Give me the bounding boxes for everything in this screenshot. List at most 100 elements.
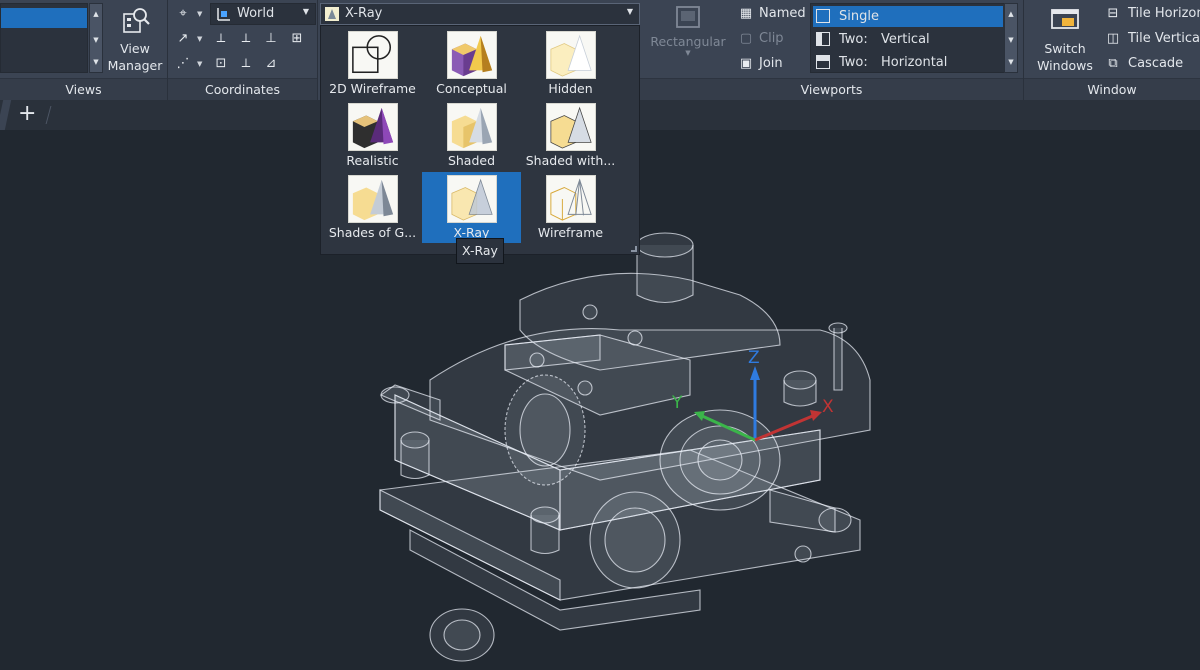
ucs-y-icon[interactable]: ⟂: [237, 30, 255, 48]
ucs-object-icon[interactable]: ⊡: [212, 55, 230, 73]
view-manager-button[interactable]: View Manager: [106, 2, 164, 74]
ucs-face-icon[interactable]: ⟂: [237, 55, 255, 73]
conceptual-icon: [447, 31, 497, 79]
ucs-world-combo[interactable]: World ▼: [210, 3, 316, 25]
viewport-config-single[interactable]: Single: [813, 6, 1003, 27]
named-view-selected[interactable]: [1, 8, 87, 28]
visual-style-label: Wireframe: [537, 225, 604, 240]
ucs-named-icon[interactable]: ⊿: [262, 55, 280, 73]
view-manager-label-2: Manager: [107, 58, 163, 73]
scroll-down-icon[interactable]: ▼: [90, 36, 102, 44]
rectangular-viewport-icon: [676, 6, 700, 28]
clip-button: Clip: [759, 31, 784, 46]
named-viewports-button[interactable]: Named: [759, 6, 806, 21]
switch-windows-label-2: Windows: [1037, 58, 1093, 73]
two-vertical-icon: [816, 32, 830, 46]
views-panel: ▲ ▼ ▼ View Manager Views: [0, 0, 168, 100]
scroll-down-icon[interactable]: ▼: [1005, 36, 1017, 44]
2d-wireframe-icon: [348, 31, 398, 79]
ucs-icon[interactable]: ⌖: [174, 5, 192, 23]
view-manager-icon: [123, 8, 150, 33]
switch-windows-button[interactable]: Switch Windows: [1030, 4, 1100, 74]
ucs-view-icon[interactable]: ⊞: [288, 30, 306, 48]
visual-style-shaded-with-edges[interactable]: Shaded with...: [521, 100, 620, 171]
viewport-config-label: Two:: [839, 55, 868, 70]
clip-icon: ▢: [739, 31, 753, 46]
ucs-3point-dropdown-icon[interactable]: ▼: [197, 55, 205, 73]
tab-divider: [45, 106, 52, 124]
rectangular-dropdown-icon: ▼: [685, 49, 691, 57]
gearbox-model: [379, 232, 871, 662]
viewport-config-scroller[interactable]: ▲ ▼ ▼: [1004, 3, 1018, 73]
ucs-origin-dropdown-icon[interactable]: ▼: [197, 30, 205, 48]
expand-icon[interactable]: ▼: [1005, 58, 1017, 66]
visual-style-label: Hidden: [548, 81, 593, 96]
wireframe-icon: [546, 175, 596, 223]
realistic-icon: [348, 103, 398, 151]
tile-horizontal-icon[interactable]: ⊟: [1104, 5, 1122, 23]
visual-style-shades-of-gray[interactable]: Shades of G...: [323, 172, 422, 243]
shades-of-gray-icon: [348, 175, 398, 223]
visual-style-2d-wireframe[interactable]: 2D Wireframe: [323, 28, 422, 99]
join-button[interactable]: Join: [759, 56, 783, 71]
window-panel-title: Window: [1024, 78, 1200, 100]
scroll-up-icon[interactable]: ▲: [1005, 10, 1017, 18]
resize-grip-icon[interactable]: [631, 246, 637, 252]
visual-style-hidden[interactable]: Hidden: [521, 28, 620, 99]
new-tab-button[interactable]: +: [18, 101, 36, 126]
viewport-config-list[interactable]: Single Two: Vertical Two: Horizontal: [810, 3, 1006, 73]
x-ray-icon: [447, 175, 497, 223]
visual-style-label: Shaded with...: [525, 153, 616, 168]
ucs-x-icon[interactable]: ⟂: [212, 30, 230, 48]
rectangular-label: Rectangular: [650, 34, 726, 49]
view-manager-label-1: View: [120, 41, 150, 56]
viewport-config-sublabel: Vertical: [881, 32, 930, 47]
ucs-y-label: Y: [671, 393, 683, 413]
ucs-world-value: World: [237, 6, 275, 21]
visual-style-x-ray[interactable]: X-Ray: [422, 172, 521, 243]
cascade-button[interactable]: Cascade: [1128, 56, 1183, 71]
join-icon[interactable]: ▣: [737, 55, 755, 73]
visual-style-combo[interactable]: X-Ray ▼: [320, 3, 640, 25]
views-list-scroller[interactable]: ▲ ▼ ▼: [89, 3, 103, 73]
visual-style-realistic[interactable]: Realistic: [323, 100, 422, 171]
views-panel-title: Views: [0, 78, 167, 100]
named-viewports-icon[interactable]: ▦: [737, 5, 755, 23]
viewport-config-two-horizontal[interactable]: Two: Horizontal: [813, 52, 1003, 73]
visual-style-wireframe[interactable]: Wireframe: [521, 172, 620, 243]
ucs-origin-icon[interactable]: ↗: [174, 30, 192, 48]
ucs-z-icon[interactable]: ⊥: [262, 30, 280, 48]
viewport-config-sublabel: Horizontal: [881, 55, 948, 70]
ucs-3point-icon[interactable]: ⋰: [174, 55, 192, 73]
viewport-config-label: Two:: [839, 32, 868, 47]
visual-style-current: X-Ray: [345, 6, 383, 21]
viewport-config-two-vertical[interactable]: Two: Vertical: [813, 29, 1003, 50]
single-viewport-icon: [816, 9, 830, 23]
visual-styles-gallery: 2D Wireframe Conceptual Hidden Realistic: [320, 25, 640, 255]
ucs-dropdown-icon[interactable]: ▼: [197, 5, 205, 23]
visual-style-conceptual[interactable]: Conceptual: [422, 28, 521, 99]
switch-windows-label-1: Switch: [1044, 41, 1086, 56]
visual-style-label: Conceptual: [436, 81, 507, 96]
named-views-list[interactable]: [0, 3, 88, 73]
tile-vertical-button[interactable]: Tile Vertical: [1128, 31, 1200, 46]
expand-icon[interactable]: ▼: [90, 58, 102, 66]
visual-style-label: Shades of G...: [328, 225, 417, 240]
shaded-with-edges-icon: [546, 103, 596, 151]
shaded-icon: [447, 103, 497, 151]
scroll-up-icon[interactable]: ▲: [90, 10, 102, 18]
rectangular-button[interactable]: Rectangular ▼: [648, 4, 728, 70]
chevron-down-icon: ▼: [626, 7, 633, 16]
tile-vertical-icon[interactable]: ◫: [1104, 30, 1122, 48]
visual-style-shaded[interactable]: Shaded: [422, 100, 521, 171]
tile-horizontal-button[interactable]: Tile Horizon: [1128, 6, 1200, 21]
two-horizontal-icon: [816, 55, 830, 69]
ucs-z-label: Z: [748, 348, 760, 368]
switch-windows-icon: [1051, 9, 1079, 29]
ucs-x-label: X: [822, 397, 834, 417]
visual-style-label: Realistic: [346, 153, 399, 168]
world-ucs-icon: [217, 8, 230, 21]
cascade-icon[interactable]: ⧉: [1104, 55, 1122, 73]
visual-style-label: 2D Wireframe: [329, 81, 416, 96]
coordinates-panel-title: Coordinates: [168, 78, 317, 100]
